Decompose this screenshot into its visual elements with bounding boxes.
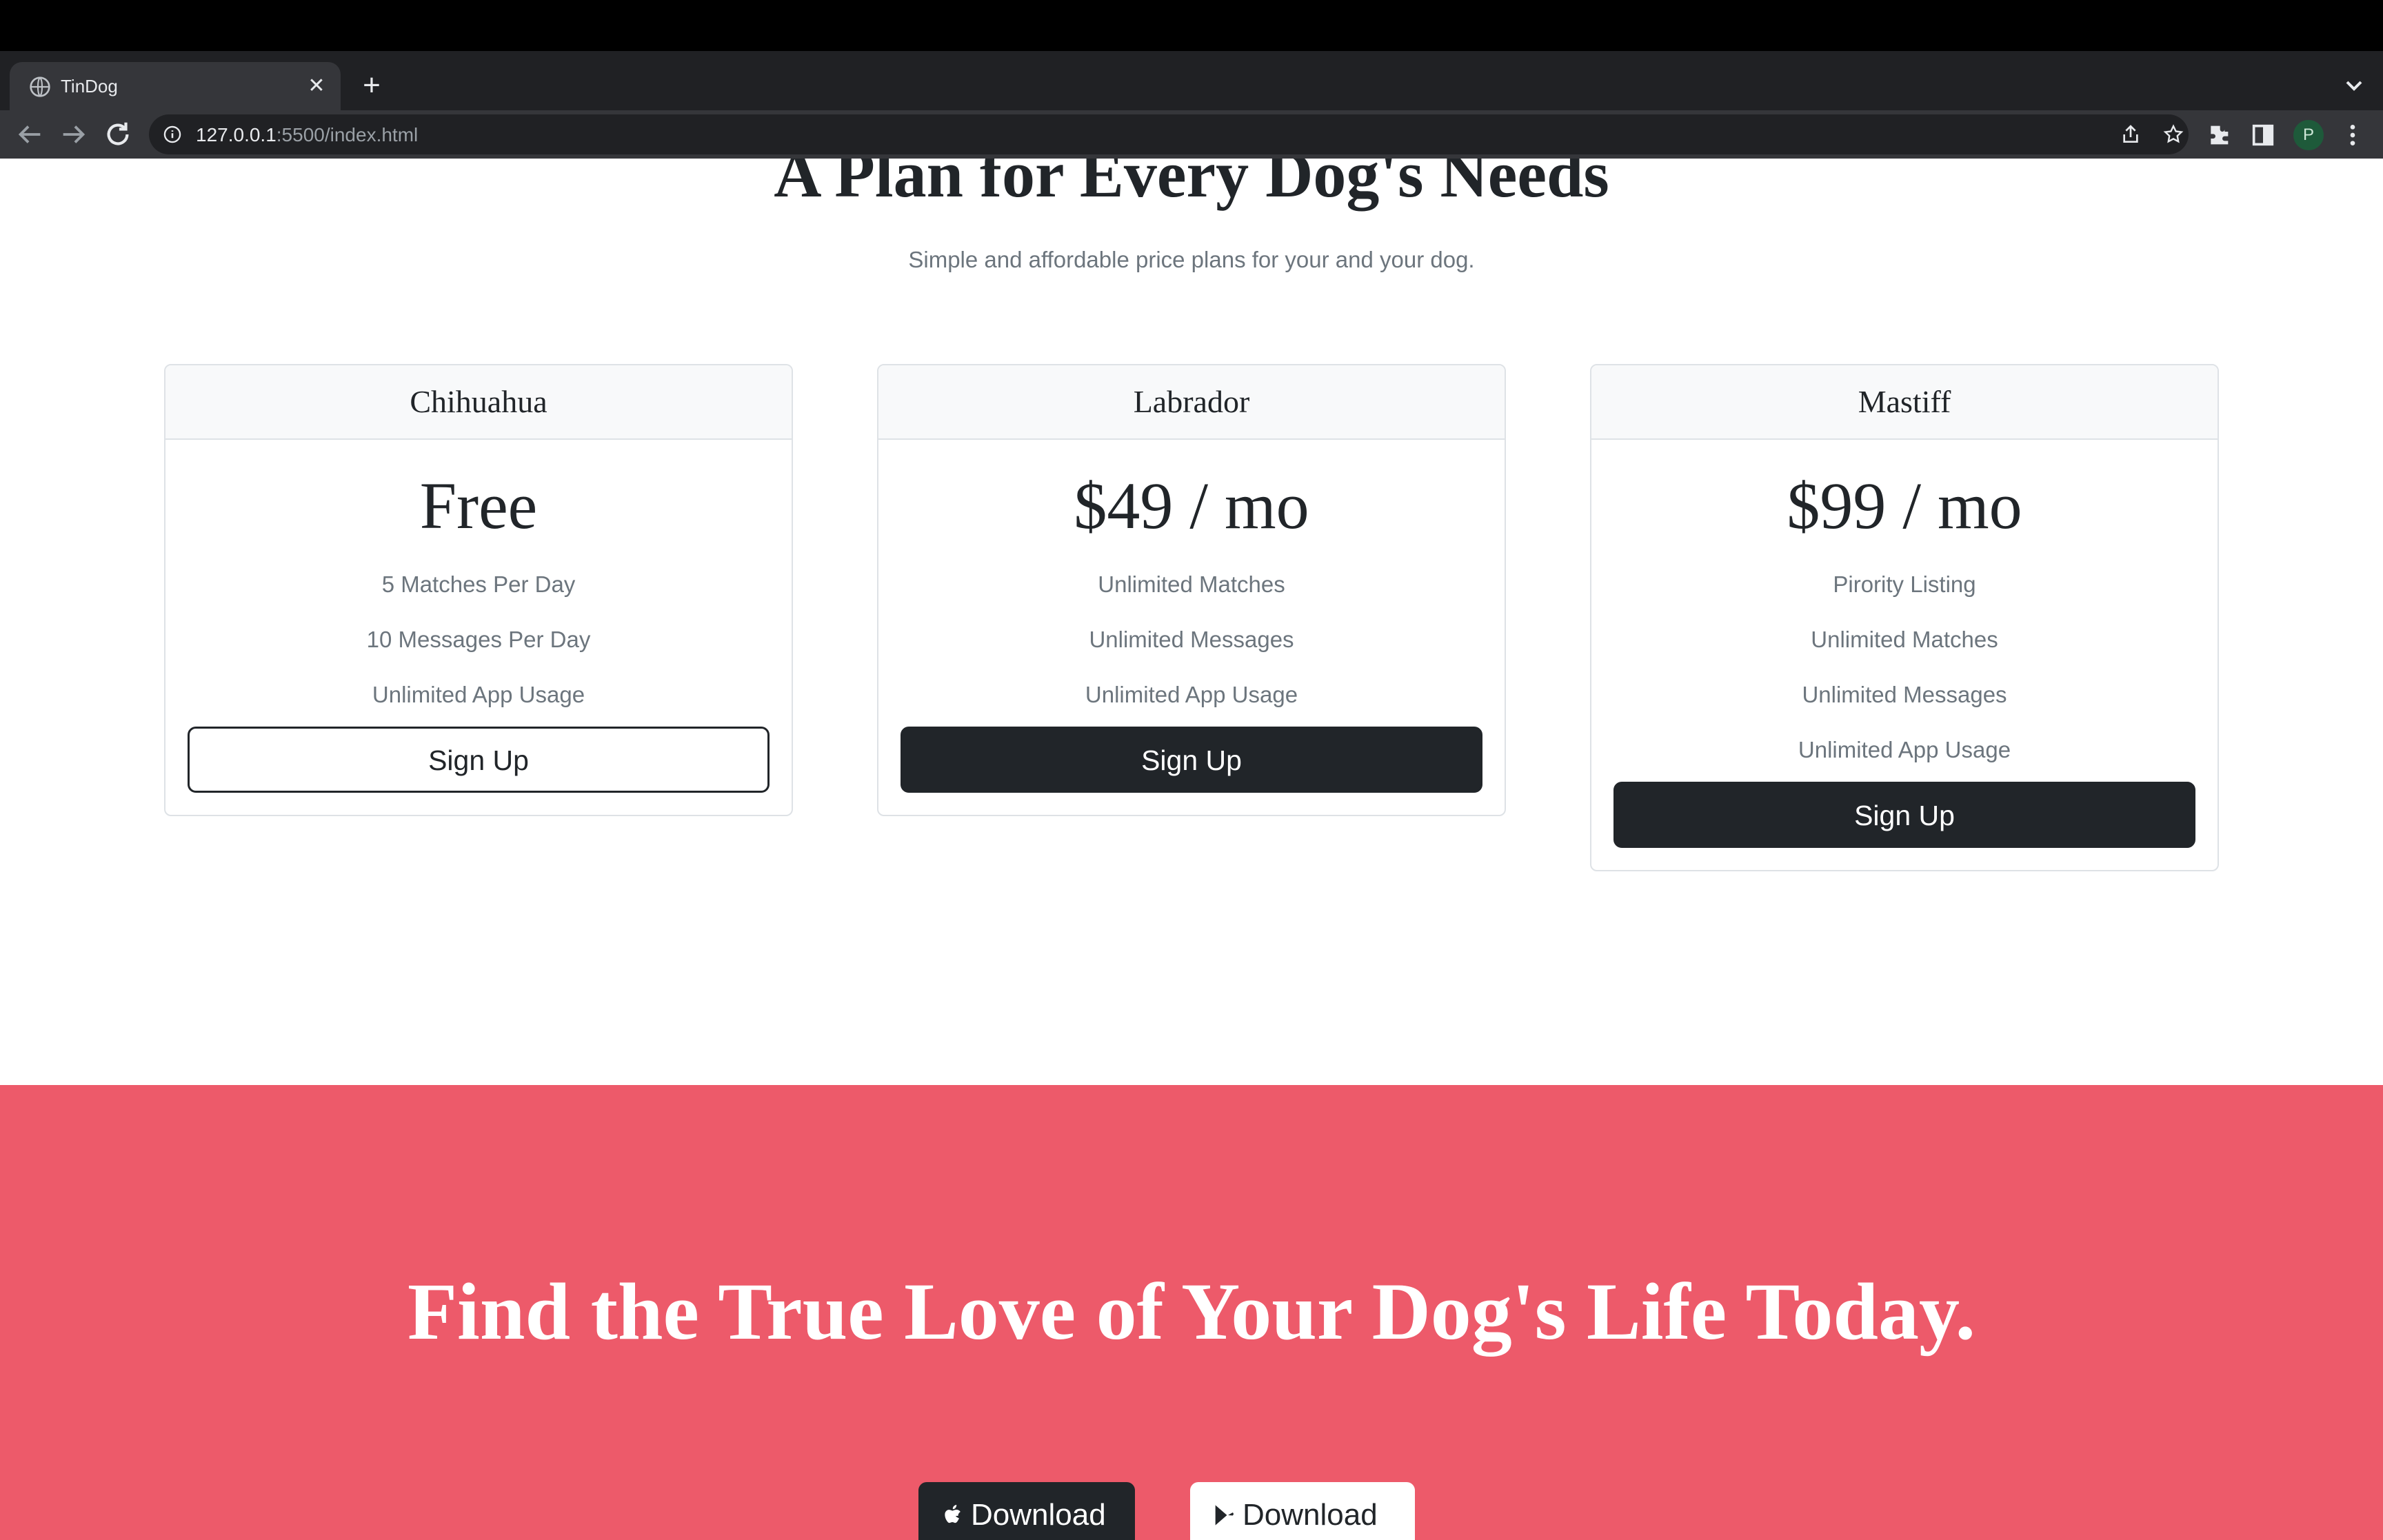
- plan-name: Chihuahua: [165, 365, 792, 440]
- tab-tindog[interactable]: TinDog ✕: [10, 62, 341, 110]
- tab-title: TinDog: [61, 76, 118, 97]
- feature-list: 5 Matches Per Day 10 Messages Per Day Un…: [188, 557, 770, 722]
- apple-download-button[interactable]: Download: [918, 1482, 1135, 1540]
- profile-avatar[interactable]: P: [2293, 120, 2324, 150]
- plan-price: Free: [419, 469, 538, 543]
- plan-name: Mastiff: [1591, 365, 2218, 440]
- download-label: Download: [1243, 1498, 1378, 1532]
- plan-price: $49 / mo: [1074, 469, 1309, 543]
- pricing-subtitle: Simple and affordable price plans for yo…: [908, 247, 1475, 272]
- page-content: A Plan for Every Dog's Needs Simple and …: [0, 159, 2383, 1540]
- pricing-card-labrador: Labrador $49 / mo Unlimited Matches Unli…: [877, 364, 1506, 816]
- cta-section: Find the True Love of Your Dog's Life To…: [0, 1085, 2383, 1540]
- address-bar[interactable]: 127.0.0.1:5500/index.html: [149, 114, 2189, 154]
- url-path: :5500/index.html: [276, 124, 419, 145]
- card-body: Free 5 Matches Per Day 10 Messages Per D…: [165, 440, 792, 815]
- feature-item: Pirority Listing: [1833, 571, 1976, 597]
- side-panel-icon[interactable]: [2249, 121, 2277, 149]
- tab-strip: TinDog ✕ +: [0, 51, 2383, 110]
- new-tab-button[interactable]: +: [354, 69, 389, 103]
- feature-item: 10 Messages Per Day: [366, 627, 591, 652]
- sign-up-button[interactable]: Sign Up: [188, 727, 770, 793]
- sign-up-button[interactable]: Sign Up: [1613, 782, 2195, 848]
- globe-icon: [30, 77, 50, 97]
- download-label: Download: [971, 1498, 1106, 1532]
- google-play-icon: [1215, 1503, 1234, 1527]
- plan-price: $99 / mo: [1787, 469, 2022, 543]
- feature-item: 5 Matches Per Day: [381, 571, 576, 597]
- chevron-down-icon[interactable]: [2340, 72, 2368, 99]
- card-body: $49 / mo Unlimited Matches Unlimited Mes…: [878, 440, 1505, 815]
- pricing-title: A Plan for Every Dog's Needs: [774, 159, 1609, 211]
- plan-name: Labrador: [878, 365, 1505, 440]
- extensions-icon[interactable]: [2205, 121, 2233, 149]
- pricing-card-mastiff: Mastiff $99 / mo Pirority Listing Unlimi…: [1590, 364, 2219, 871]
- apple-icon: [945, 1505, 961, 1523]
- card-body: $99 / mo Pirority Listing Unlimited Matc…: [1591, 440, 2218, 870]
- more-menu-icon[interactable]: [2339, 121, 2366, 149]
- url-host: 127.0.0.1: [196, 124, 276, 145]
- feature-item: Unlimited App Usage: [1798, 737, 2011, 762]
- feature-list: Unlimited Matches Unlimited Messages Unl…: [901, 557, 1482, 722]
- feature-item: Unlimited App Usage: [372, 682, 585, 707]
- feature-item: Unlimited App Usage: [1085, 682, 1298, 707]
- pricing-card-chihuahua: Chihuahua Free 5 Matches Per Day 10 Mess…: [164, 364, 793, 816]
- cta-title: Find the True Love of Your Dog's Life To…: [407, 1266, 1976, 1357]
- system-top-bar: [0, 0, 2383, 51]
- share-icon[interactable]: [2120, 123, 2142, 145]
- tab-close-icon[interactable]: ✕: [303, 73, 330, 99]
- google-play-download-button[interactable]: Download: [1190, 1482, 1415, 1540]
- url-text[interactable]: 127.0.0.1:5500/index.html: [196, 124, 418, 146]
- bookmark-star-icon[interactable]: [2162, 123, 2184, 145]
- feature-item: Unlimited Messages: [1089, 627, 1294, 652]
- info-icon[interactable]: [163, 125, 182, 144]
- reload-icon[interactable]: [102, 119, 134, 150]
- sign-up-button[interactable]: Sign Up: [901, 727, 1482, 793]
- feature-item: Unlimited Matches: [1098, 571, 1285, 597]
- back-arrow-icon[interactable]: [14, 119, 46, 150]
- forward-arrow-icon[interactable]: [58, 119, 90, 150]
- feature-item: Unlimited Matches: [1811, 627, 1998, 652]
- feature-item: Unlimited Messages: [1802, 682, 2007, 707]
- browser-toolbar: 127.0.0.1:5500/index.html P: [0, 110, 2383, 159]
- feature-list: Pirority Listing Unlimited Matches Unlim…: [1613, 557, 2195, 778]
